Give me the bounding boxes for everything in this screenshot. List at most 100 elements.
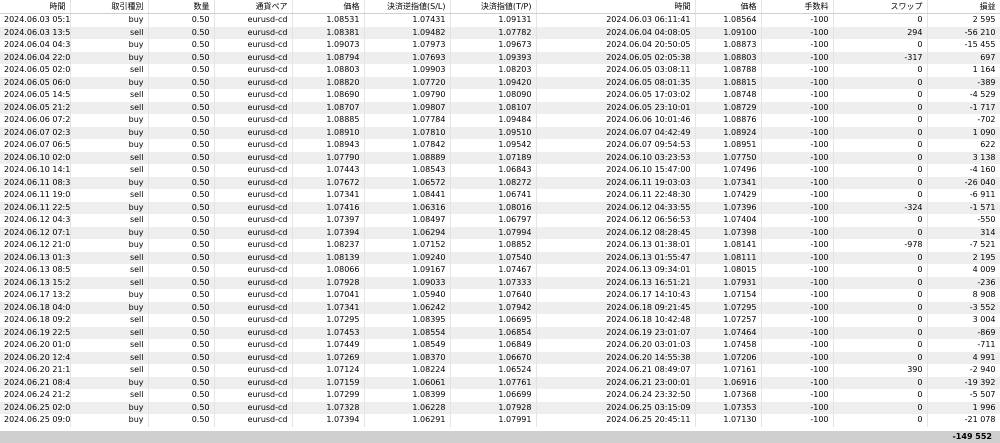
table-row[interactable]: 2024.06.25 02:00:37buy0.50eurusd-cd1.073… xyxy=(0,401,1000,414)
cell-profit: -19 392 xyxy=(927,376,1000,389)
table-row[interactable]: 2024.06.11 22:58:10buy0.50eurusd-cd1.074… xyxy=(0,201,1000,214)
cell-close-time: 2024.06.05 17:03:02 xyxy=(536,89,696,102)
column-header-symbol[interactable]: 通貨ペア xyxy=(214,0,293,14)
table-row[interactable]: 2024.06.12 21:00:22buy0.50eurusd-cd1.082… xyxy=(0,239,1000,252)
cell-swap: 294 xyxy=(833,26,928,39)
table-row[interactable]: 2024.06.11 08:34:21buy0.50eurusd-cd1.076… xyxy=(0,176,1000,189)
cell-open-price: 1.08707 xyxy=(292,101,365,114)
table-row[interactable]: 2024.06.12 07:19:05buy0.50eurusd-cd1.073… xyxy=(0,226,1000,239)
column-header-commission[interactable]: 手数料 xyxy=(761,0,834,14)
cell-take-profit: 1.06849 xyxy=(450,339,537,352)
cell-swap: 0 xyxy=(833,326,928,339)
cell-trade-type: buy xyxy=(70,414,149,427)
cell-open-price: 1.07443 xyxy=(292,164,365,177)
column-header-profit[interactable]: 損益 xyxy=(927,0,1000,14)
table-row[interactable]: 2024.06.05 21:29:50sell0.50eurusd-cd1.08… xyxy=(0,101,1000,114)
cell-open-time: 2024.06.10 02:05:13 xyxy=(0,151,71,164)
cell-swap: 390 xyxy=(833,364,928,377)
table-row[interactable]: 2024.06.10 02:05:13sell0.50eurusd-cd1.07… xyxy=(0,151,1000,164)
cell-symbol: eurusd-cd xyxy=(214,389,293,402)
table-row[interactable]: 2024.06.20 01:00:01sell0.50eurusd-cd1.07… xyxy=(0,339,1000,352)
table-row[interactable]: 2024.06.05 14:56:32sell0.50eurusd-cd1.08… xyxy=(0,89,1000,102)
cell-open-time: 2024.06.03 05:13:30 xyxy=(0,13,71,27)
cell-profit: -1 717 xyxy=(927,101,1000,114)
cell-trade-type: sell xyxy=(70,276,149,289)
cell-take-profit: 1.06741 xyxy=(450,189,537,202)
cell-symbol: eurusd-cd xyxy=(214,364,293,377)
cell-take-profit: 1.09131 xyxy=(450,13,537,27)
cell-symbol: eurusd-cd xyxy=(214,301,293,314)
table-row[interactable]: 2024.06.24 21:22:04sell0.50eurusd-cd1.07… xyxy=(0,389,1000,402)
table-row[interactable]: 2024.06.05 06:04:42buy0.50eurusd-cd1.088… xyxy=(0,76,1000,89)
table-row[interactable]: 2024.06.13 01:38:03sell0.50eurusd-cd1.08… xyxy=(0,251,1000,264)
cell-take-profit: 1.07942 xyxy=(450,301,537,314)
table-row[interactable]: 2024.06.18 09:21:46sell0.50eurusd-cd1.07… xyxy=(0,314,1000,327)
table-row[interactable]: 2024.06.13 15:22:55sell0.50eurusd-cd1.07… xyxy=(0,276,1000,289)
column-header-volume[interactable]: 数量 xyxy=(148,0,215,14)
cell-open-time: 2024.06.13 15:22:55 xyxy=(0,276,71,289)
cell-take-profit: 1.08090 xyxy=(450,89,537,102)
cell-symbol: eurusd-cd xyxy=(214,51,293,64)
cell-volume: 0.50 xyxy=(148,314,215,327)
cell-open-price: 1.08381 xyxy=(292,26,365,39)
cell-open-time: 2024.06.05 21:29:50 xyxy=(0,101,71,114)
cell-take-profit: 1.08016 xyxy=(450,201,537,214)
cell-open-price: 1.07041 xyxy=(292,289,365,302)
column-header-open-price[interactable]: 価格 xyxy=(292,0,365,14)
table-row[interactable]: 2024.06.05 02:05:39sell0.50eurusd-cd1.08… xyxy=(0,64,1000,77)
cell-swap: 0 xyxy=(833,101,928,114)
header-row: 時間 取引種別 数量 通貨ペア 価格 決済逆指値(S/L) 決済指値(T/P) 時間 価格 手数料… xyxy=(0,0,1000,14)
table-row[interactable]: 2024.06.07 06:57:09buy0.50eurusd-cd1.089… xyxy=(0,139,1000,152)
table-row[interactable]: 2024.06.19 22:53:21sell0.50eurusd-cd1.07… xyxy=(0,326,1000,339)
table-row[interactable]: 2024.06.25 09:03:36buy0.50eurusd-cd1.073… xyxy=(0,414,1000,427)
cell-open-time: 2024.06.24 21:22:04 xyxy=(0,389,71,402)
column-header-open-time[interactable]: 時間 xyxy=(0,0,71,14)
cell-swap: 0 xyxy=(833,13,928,27)
cell-close-time: 2024.06.05 08:01:35 xyxy=(536,76,696,89)
table-row[interactable]: 2024.06.07 02:37:30buy0.50eurusd-cd1.089… xyxy=(0,126,1000,139)
cell-volume: 0.50 xyxy=(148,164,215,177)
column-header-stop-loss[interactable]: 決済逆指値(S/L) xyxy=(364,0,451,14)
table-row[interactable]: 2024.06.03 13:54:46sell0.50eurusd-cd1.08… xyxy=(0,26,1000,39)
table-row[interactable]: 2024.06.04 04:37:02buy0.50eurusd-cd1.090… xyxy=(0,39,1000,52)
column-header-swap[interactable]: スワップ xyxy=(833,0,928,14)
cell-close-time: 2024.06.25 03:15:09 xyxy=(536,401,696,414)
table-row[interactable]: 2024.06.10 14:16:21sell0.50eurusd-cd1.07… xyxy=(0,164,1000,177)
cell-open-time: 2024.06.21 08:49:08 xyxy=(0,376,71,389)
table-row[interactable]: 2024.06.03 05:13:30buy0.50eurusd-cd1.085… xyxy=(0,13,1000,27)
column-header-close-time[interactable]: 時間 xyxy=(536,0,696,14)
table-row[interactable]: 2024.06.20 12:47:25sell0.50eurusd-cd1.07… xyxy=(0,351,1000,364)
cell-swap: 0 xyxy=(833,301,928,314)
cell-volume: 0.50 xyxy=(148,126,215,139)
column-header-take-profit[interactable]: 決済指値(T/P) xyxy=(450,0,537,14)
cell-close-price: 1.07161 xyxy=(695,364,762,377)
cell-volume: 0.50 xyxy=(148,139,215,152)
table-row[interactable]: 2024.06.18 04:04:10buy0.50eurusd-cd1.073… xyxy=(0,301,1000,314)
cell-stop-loss: 1.06316 xyxy=(364,201,451,214)
cell-volume: 0.50 xyxy=(148,351,215,364)
cell-open-price: 1.08690 xyxy=(292,89,365,102)
cell-close-time: 2024.06.10 15:47:00 xyxy=(536,164,696,177)
cell-swap: 0 xyxy=(833,376,928,389)
cell-symbol: eurusd-cd xyxy=(214,126,293,139)
column-header-close-price[interactable]: 価格 xyxy=(695,0,762,14)
column-header-trade-type[interactable]: 取引種別 xyxy=(70,0,149,14)
table-row[interactable]: 2024.06.21 08:49:08buy0.50eurusd-cd1.071… xyxy=(0,376,1000,389)
table-row[interactable]: 2024.06.04 22:04:04buy0.50eurusd-cd1.087… xyxy=(0,51,1000,64)
cell-commission: -100 xyxy=(761,201,834,214)
cell-open-price: 1.07124 xyxy=(292,364,365,377)
cell-stop-loss: 1.09807 xyxy=(364,101,451,114)
cell-commission: -100 xyxy=(761,339,834,352)
cell-open-time: 2024.06.20 12:47:25 xyxy=(0,351,71,364)
table-row[interactable]: 2024.06.17 13:21:55buy0.50eurusd-cd1.070… xyxy=(0,289,1000,302)
table-row[interactable]: 2024.06.13 08:58:33sell0.50eurusd-cd1.08… xyxy=(0,264,1000,277)
cell-commission: -100 xyxy=(761,414,834,427)
table-row[interactable]: 2024.06.20 21:17:46sell0.50eurusd-cd1.07… xyxy=(0,364,1000,377)
cell-profit: 697 xyxy=(927,51,1000,64)
table-row[interactable]: 2024.06.11 19:03:03sell0.50eurusd-cd1.07… xyxy=(0,189,1000,202)
cell-profit: 2 195 xyxy=(927,251,1000,264)
cell-commission: -100 xyxy=(761,176,834,189)
cell-volume: 0.50 xyxy=(148,176,215,189)
table-row[interactable]: 2024.06.06 07:20:12buy0.50eurusd-cd1.088… xyxy=(0,114,1000,127)
table-row[interactable]: 2024.06.12 04:34:00sell0.50eurusd-cd1.07… xyxy=(0,214,1000,227)
